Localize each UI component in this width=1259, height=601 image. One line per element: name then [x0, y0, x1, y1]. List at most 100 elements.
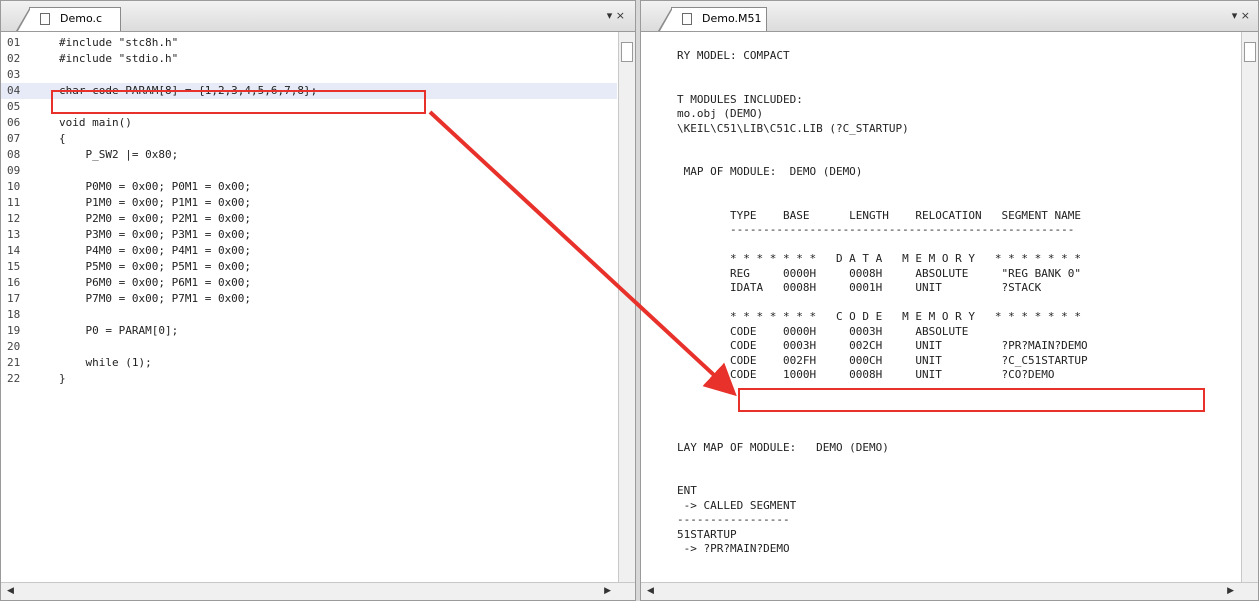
code-text: P5M0 = 0x00; P5M1 = 0x00;: [59, 260, 252, 273]
code-text: {: [59, 132, 66, 145]
map-line: CODE 1000H 0008H UNIT ?CO?DEMO: [677, 368, 1055, 381]
code-line[interactable]: 07 {: [1, 131, 617, 147]
map-line: \KEIL\C51\LIB\C51C.LIB (?C_STARTUP): [677, 121, 909, 135]
tab-menu-close-icon[interactable]: ▾ ×: [607, 9, 625, 22]
code-text: #include "stdio.h": [59, 52, 179, 65]
code-line[interactable]: 15 P5M0 = 0x00; P5M1 = 0x00;: [1, 259, 617, 275]
map-line: CODE 0003H 002CH UNIT ?PR?MAIN?DEMO: [677, 339, 1088, 352]
map-line: RY MODEL: COMPACT: [677, 49, 790, 62]
line-number: 04: [7, 84, 21, 97]
scroll-left-arrow-icon[interactable]: ◀: [7, 586, 14, 596]
map-line: LAY MAP OF MODULE: DEMO (DEMO): [677, 440, 889, 454]
code-line[interactable]: 19 P0 = PARAM[0];: [1, 323, 617, 339]
line-number: 18: [7, 308, 21, 321]
tab-menu-close-icon[interactable]: ▾ ×: [1232, 9, 1250, 22]
vertical-scrollbar[interactable]: [618, 32, 635, 582]
horizontal-scrollbar[interactable]: ◀ ▶: [641, 582, 1258, 600]
code-line[interactable]: 16 P6M0 = 0x00; P6M1 = 0x00;: [1, 275, 617, 291]
code-line[interactable]: 10 P0M0 = 0x00; P0M1 = 0x00;: [1, 179, 617, 195]
tab-label: Demo.c: [60, 12, 103, 25]
code-line[interactable]: 14 P4M0 = 0x00; P4M1 = 0x00;: [1, 243, 617, 259]
code-text: P3M0 = 0x00; P3M1 = 0x00;: [59, 228, 252, 241]
line-number: 13: [7, 228, 21, 241]
line-number: 11: [7, 196, 21, 209]
map-line: 51STARTUP: [677, 527, 737, 541]
map-line: MAP OF MODULE: DEMO (DEMO): [677, 165, 863, 178]
tab-label: Demo.M51: [702, 12, 762, 25]
code-text: void main(): [59, 116, 132, 129]
line-number: 03: [7, 68, 21, 81]
line-number: 17: [7, 292, 21, 305]
map-line: REG 0000H 0008H ABSOLUTE "REG BANK 0": [677, 266, 1081, 280]
line-number: 09: [7, 164, 21, 177]
line-number: 21: [7, 356, 21, 369]
code-line[interactable]: 22}: [1, 371, 617, 387]
line-number: 06: [7, 116, 21, 129]
line-number: 19: [7, 324, 21, 337]
code-text: P0 = PARAM[0];: [59, 324, 179, 337]
code-text: }: [59, 372, 66, 385]
code-line[interactable]: 06 void main(): [1, 115, 617, 131]
line-number: 01: [7, 36, 21, 49]
code-text: P4M0 = 0x00; P4M1 = 0x00;: [59, 244, 252, 257]
code-text: P1M0 = 0x00; P1M1 = 0x00;: [59, 196, 252, 209]
horizontal-scrollbar[interactable]: ◀ ▶: [1, 582, 635, 600]
code-line[interactable]: 13 P3M0 = 0x00; P3M1 = 0x00;: [1, 227, 617, 243]
code-area[interactable]: 01 #include "stc8h.h" 02 #include "stdio.h"…: [1, 32, 617, 582]
map-line: ----------------------------------------…: [677, 223, 1075, 236]
code-line[interactable]: 01 #include "stc8h.h": [1, 35, 617, 51]
scroll-right-arrow-icon[interactable]: ▶: [1227, 586, 1234, 596]
code-line[interactable]: 20: [1, 339, 617, 355]
map-file-pane: Demo.M51 ▾ × RY MODEL: COMPACT T MODULES …: [640, 0, 1259, 601]
line-number: 05: [7, 100, 21, 113]
code-text: while (1);: [59, 356, 152, 369]
map-file-text[interactable]: RY MODEL: COMPACT T MODULES INCLUDED: mo.o…: [641, 32, 1240, 582]
line-number: 08: [7, 148, 21, 161]
line-number: 14: [7, 244, 21, 257]
scroll-left-arrow-icon[interactable]: ◀: [647, 586, 654, 596]
code-line[interactable]: 08 P_SW2 |= 0x80;: [1, 147, 617, 163]
map-line: CODE 0000H 0003H ABSOLUTE: [677, 324, 969, 338]
tab-demo-m51[interactable]: Demo.M51: [658, 7, 767, 31]
vertical-scrollbar[interactable]: [1241, 32, 1258, 582]
line-number: 15: [7, 260, 21, 273]
line-number: 10: [7, 180, 21, 193]
co-demo-segment-highlight-box: [738, 388, 1205, 412]
map-line: CODE 002FH 000CH UNIT ?C_C51STARTUP: [677, 353, 1088, 367]
map-line: * * * * * * * D A T A M E M O R Y * * * …: [677, 252, 1081, 265]
code-text: P7M0 = 0x00; P7M1 = 0x00;: [59, 292, 252, 305]
param-declaration-highlight-box: [51, 90, 426, 114]
code-text: P0M0 = 0x00; P0M1 = 0x00;: [59, 180, 252, 193]
line-number: 16: [7, 276, 21, 289]
code-line[interactable]: 17 P7M0 = 0x00; P7M1 = 0x00;: [1, 291, 617, 307]
map-line: -----------------: [677, 513, 790, 526]
map-line: mo.obj (DEMO): [677, 107, 764, 120]
code-line[interactable]: 11 P1M0 = 0x00; P1M1 = 0x00;: [1, 195, 617, 211]
map-tabbar: Demo.M51 ▾ ×: [641, 1, 1258, 32]
line-number: 20: [7, 340, 21, 353]
map-line: TYPE BASE LENGTH RELOCATION SEGMENT NAME: [677, 208, 1081, 222]
code-text: P6M0 = 0x00; P6M1 = 0x00;: [59, 276, 252, 289]
map-line: T MODULES INCLUDED:: [677, 92, 803, 106]
scroll-thumb[interactable]: [621, 42, 633, 62]
code-line[interactable]: 03: [1, 67, 617, 83]
tab-demo-c[interactable]: Demo.c: [16, 7, 121, 31]
code-line[interactable]: 21 while (1);: [1, 355, 617, 371]
code-text: P_SW2 |= 0x80;: [59, 148, 179, 161]
map-line: IDATA 0008H 0001H UNIT ?STACK: [677, 281, 1042, 294]
scroll-right-arrow-icon[interactable]: ▶: [604, 586, 611, 596]
code-line[interactable]: 18: [1, 307, 617, 323]
map-line: -> ?PR?MAIN?DEMO: [677, 542, 790, 555]
line-number: 12: [7, 212, 21, 225]
code-line[interactable]: 09: [1, 163, 617, 179]
map-line: * * * * * * * C O D E M E M O R Y * * * …: [677, 310, 1081, 323]
code-text: P2M0 = 0x00; P2M1 = 0x00;: [59, 212, 252, 225]
line-number: 07: [7, 132, 21, 145]
scroll-thumb[interactable]: [1244, 42, 1256, 62]
line-number: 02: [7, 52, 21, 65]
code-line[interactable]: 12 P2M0 = 0x00; P2M1 = 0x00;: [1, 211, 617, 227]
c-file-icon: [40, 13, 50, 25]
line-number: 22: [7, 372, 21, 385]
map-line: -> CALLED SEGMENT: [677, 498, 797, 512]
code-line[interactable]: 02 #include "stdio.h": [1, 51, 617, 67]
